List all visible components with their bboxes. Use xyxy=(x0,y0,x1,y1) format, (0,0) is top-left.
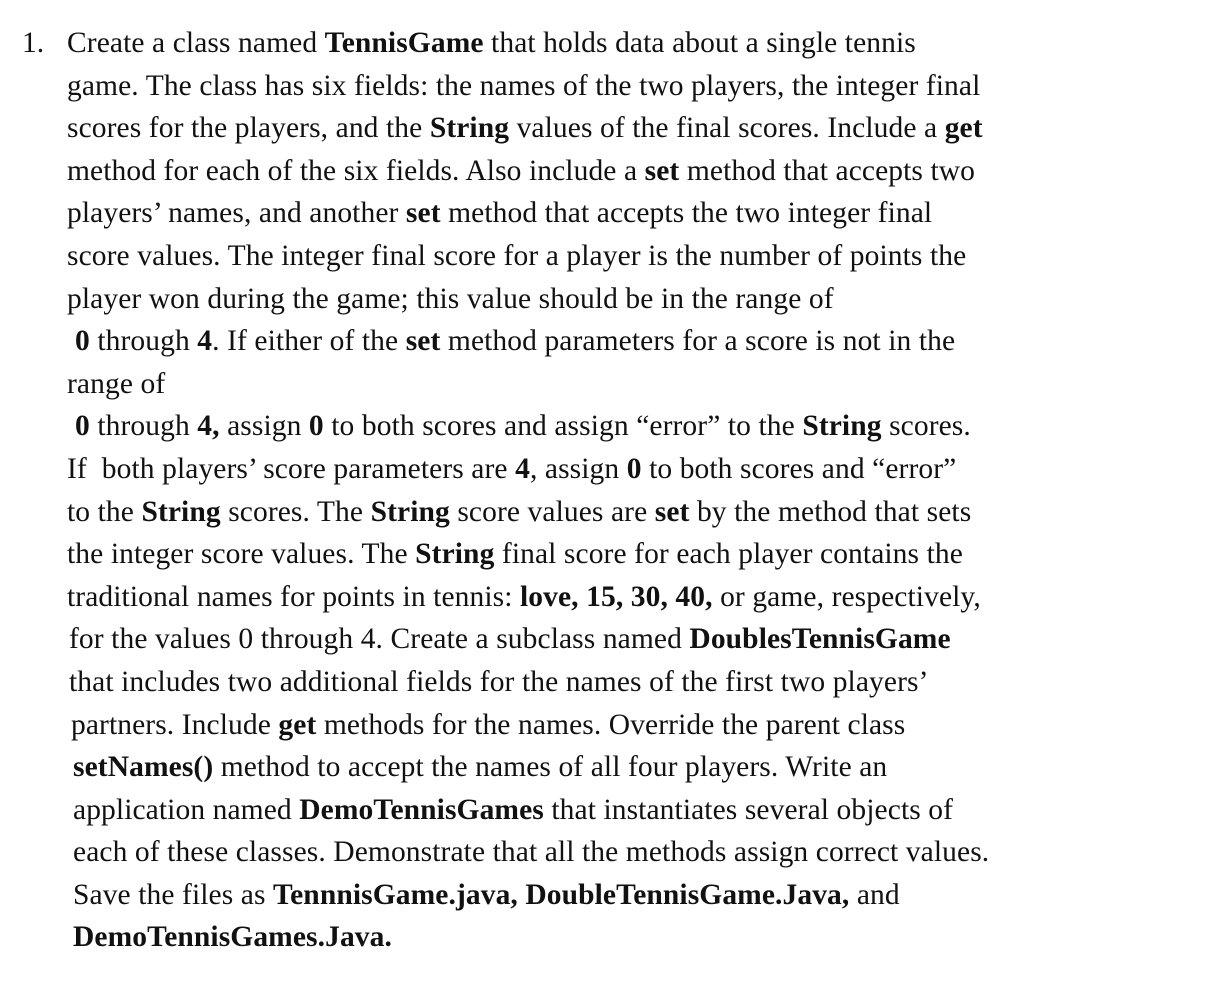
text-line: application named DemoTennisGames that i… xyxy=(67,789,1207,832)
text-run: game. The class has six fields: the name… xyxy=(67,69,981,102)
bold-text: 0 xyxy=(75,325,90,358)
text-line: method for each of the six fields. Also … xyxy=(67,150,1207,193)
bold-text: DemoTennisGames.Java. xyxy=(73,921,392,954)
text-run: through xyxy=(89,410,198,443)
bold-text: String xyxy=(370,495,450,528)
bold-text: DoublesTennisGame xyxy=(689,623,951,656)
text-run: scores. The xyxy=(220,495,371,528)
text-run: method to accept the names of all four p… xyxy=(213,751,888,784)
text-run: to both scores and assign “error” to the xyxy=(323,410,803,443)
text-line: to the String scores. The String score v… xyxy=(67,491,1207,534)
bold-text: get xyxy=(278,708,317,741)
text-line: setNames() method to accept the names of… xyxy=(67,746,1207,789)
text-run: for the values 0 through 4. Create a sub… xyxy=(69,623,690,656)
text-run: , assign xyxy=(529,452,627,485)
text-run: or game, respectively, xyxy=(712,580,981,613)
text-line: for the values 0 through 4. Create a sub… xyxy=(67,618,1207,661)
document-page: 1. Create a class named TennisGame that … xyxy=(0,0,1226,998)
bold-text: String xyxy=(802,410,882,443)
bold-text: String xyxy=(429,112,510,145)
bold-text: 0 xyxy=(75,410,90,443)
text-run: each of these classes. Demonstrate that … xyxy=(73,836,990,869)
text-line: the integer score values. The String fin… xyxy=(67,533,1207,576)
text-run: assign xyxy=(219,410,309,443)
bold-text: 0 xyxy=(308,410,324,443)
bold-text: set xyxy=(405,325,441,358)
text-line: each of these classes. Demonstrate that … xyxy=(67,831,1207,874)
bold-text: 0 xyxy=(626,452,642,485)
text-run: scores. xyxy=(881,410,971,443)
list-item-number: 1. xyxy=(22,27,45,59)
text-run: application named xyxy=(73,793,300,826)
text-run: final score for each player contains the xyxy=(494,538,963,571)
text-run: scores for the players, and the xyxy=(67,112,430,145)
text-line: players’ names, and another set method t… xyxy=(67,192,1207,235)
text-line: game. The class has six fields: the name… xyxy=(67,65,1207,108)
text-run: to both scores and “error” xyxy=(641,452,957,485)
bold-text: 4 xyxy=(515,452,530,485)
text-run: by the method that sets xyxy=(689,495,972,528)
text-run: method parameters for a score is not in … xyxy=(440,325,956,358)
text-run: methods for the names. Override the pare… xyxy=(316,708,906,741)
text-run: and xyxy=(849,878,900,911)
text-run: score values are xyxy=(449,495,655,528)
bold-text: String xyxy=(415,538,495,571)
bold-text: 4, xyxy=(197,410,220,443)
text-line: player won during the game; this value s… xyxy=(67,278,1207,321)
text-run: values of the final scores. Include a xyxy=(509,112,945,145)
bold-text: setNames() xyxy=(73,751,214,784)
text-line: If both players’ score parameters are 4,… xyxy=(67,448,1207,491)
text-run: method that accepts the two integer fina… xyxy=(440,197,933,230)
text-line: Save the files as TennnisGame.java, Doub… xyxy=(67,874,1207,917)
text-run: score values. The integer final score fo… xyxy=(67,239,967,272)
text-run: that includes two additional fields for … xyxy=(69,665,929,698)
text-line: Create a class named TennisGame that hol… xyxy=(67,22,1207,65)
text-line: score values. The integer final score fo… xyxy=(67,235,1207,278)
text-run: to the xyxy=(67,495,142,528)
text-run: range of xyxy=(67,367,166,400)
text-run: player won during the game; this value s… xyxy=(67,282,834,315)
text-run: partners. Include xyxy=(71,708,279,741)
text-run: players’ names, and another xyxy=(67,197,406,230)
bold-text: TennisGame xyxy=(324,27,484,59)
exercise-text: Create a class named TennisGame that hol… xyxy=(67,22,1207,959)
bold-text: TennnisGame.java, DoubleTennisGame.Java, xyxy=(273,878,850,911)
text-line: partners. Include get methods for the na… xyxy=(67,704,1207,747)
text-run: method that accepts two xyxy=(679,154,976,187)
text-line: range of xyxy=(67,363,1207,406)
bold-text: get xyxy=(944,112,983,145)
bold-text: set xyxy=(405,197,441,230)
bold-text: DemoTennisGames xyxy=(299,793,544,826)
text-run: Save the files as xyxy=(73,878,274,911)
text-run: method for each of the six fields. Also … xyxy=(67,154,645,187)
bold-text: love, 15, 30, 40, xyxy=(519,580,713,613)
text-run: If both players’ score parameters are xyxy=(67,452,516,485)
text-line: that includes two additional fields for … xyxy=(67,661,1207,704)
text-line: traditional names for points in tennis: … xyxy=(67,576,1207,619)
text-run: . If either of the xyxy=(212,325,406,358)
text-line: 0 through 4. If either of the set method… xyxy=(67,320,1207,363)
text-run: traditional names for points in tennis: xyxy=(67,580,520,613)
text-run: through xyxy=(89,325,198,358)
text-line: 0 through 4, assign 0 to both scores and… xyxy=(67,405,1207,448)
bold-text: 4 xyxy=(197,325,213,358)
text-run: that instantiates several objects of xyxy=(543,793,954,826)
text-line: DemoTennisGames.Java. xyxy=(67,916,1207,959)
text-run: that holds data about a single tennis xyxy=(483,27,916,59)
bold-text: set xyxy=(644,154,680,187)
text-run: the integer score values. The xyxy=(67,538,416,571)
bold-text: String xyxy=(141,495,221,528)
text-line: scores for the players, and the String v… xyxy=(67,107,1207,150)
text-run: Create a class named xyxy=(67,27,325,59)
bold-text: set xyxy=(654,495,690,528)
